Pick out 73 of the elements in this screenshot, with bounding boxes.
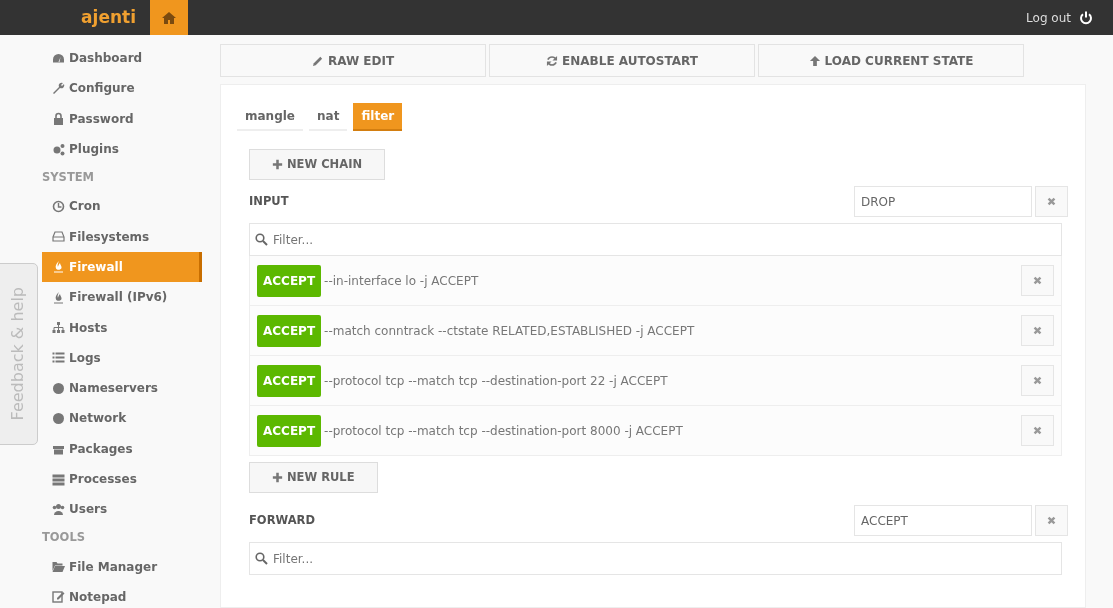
sidebar-item[interactable]: Cron <box>42 191 202 222</box>
home-button[interactable] <box>150 0 188 35</box>
new-rule-button[interactable]: NEW RULE <box>249 462 378 493</box>
close-icon <box>1032 275 1043 286</box>
arrow-up-icon <box>808 54 821 67</box>
pencil-icon <box>311 54 324 67</box>
power-icon <box>1079 10 1093 25</box>
target-label: ACCEPT <box>257 314 322 347</box>
folder-icon <box>52 560 65 574</box>
rule-text: --protocol tcp --match tcp --destination-port 8000 -j ACCEPT <box>324 422 684 440</box>
filter-field[interactable]: Filter... <box>249 542 1062 575</box>
clock-icon <box>52 199 65 213</box>
lock-icon <box>52 112 65 126</box>
home-icon <box>162 11 176 24</box>
new-chain-button[interactable]: NEW CHAIN <box>249 149 386 180</box>
chain-name: FORWARD <box>249 511 315 529</box>
search-icon <box>255 233 268 246</box>
plus-icon <box>272 472 283 483</box>
sidebar-item[interactable]: Users <box>42 494 202 525</box>
sidebar-item[interactable]: Firewall (IPv6) <box>42 282 202 313</box>
close-icon <box>1046 196 1057 207</box>
delete-button[interactable] <box>1021 365 1054 396</box>
delete-button[interactable] <box>1035 505 1068 536</box>
sidebar-item[interactable]: Filesystems <box>42 221 202 252</box>
delete-button[interactable] <box>1021 315 1054 346</box>
rule-text: --protocol tcp --match tcp --destination-port 22 -j ACCEPT <box>324 372 669 390</box>
plus-icon <box>272 159 283 170</box>
sidebar-item[interactable]: Nameservers <box>42 372 202 404</box>
sidebar-item[interactable]: Dashboard <box>42 43 202 74</box>
toolbar-button[interactable]: ENABLE AUTOSTART <box>489 44 755 77</box>
toolbar-button[interactable]: RAW EDIT <box>220 44 486 77</box>
sidebar-item[interactable]: Notepad <box>42 581 202 608</box>
sidebar-item[interactable]: Configure <box>42 73 202 104</box>
sidebar-item[interactable]: Packages <box>42 433 202 464</box>
sidebar-item[interactable]: Plugins <box>42 133 202 165</box>
delete-button[interactable] <box>1035 186 1068 217</box>
toolbar-button[interactable]: LOAD CURRENT STATE <box>758 44 1024 77</box>
filter-field[interactable]: Filter... <box>249 223 1062 256</box>
refresh-icon <box>546 54 559 67</box>
sidebar-item[interactable]: File Manager <box>42 551 202 582</box>
wrench-icon <box>52 81 65 95</box>
target-label: ACCEPT <box>257 264 322 297</box>
close-icon <box>1032 425 1043 436</box>
logout-button[interactable]: Log out <box>1020 7 1099 28</box>
rule-text: --match conntrack --ctstate RELATED,ESTABLISHED -j ACCEPT <box>324 322 696 340</box>
rule-text: --in-interface lo -j ACCEPT <box>324 272 480 290</box>
gauge-icon <box>52 51 65 65</box>
close-icon <box>1032 375 1043 386</box>
sidebar-heading: TOOLS <box>42 529 86 547</box>
sidebar-item[interactable]: Hosts <box>42 312 202 343</box>
policy-field[interactable]: DROP <box>854 186 1032 217</box>
target-label: ACCEPT <box>257 414 322 447</box>
sidebar-item[interactable]: Network <box>42 403 202 434</box>
users-icon <box>52 502 65 516</box>
sitemap-icon <box>52 321 65 334</box>
flame-icon <box>52 260 65 274</box>
delete-button[interactable] <box>1021 415 1054 446</box>
chain-name: INPUT <box>249 192 289 210</box>
drive-icon <box>52 230 65 244</box>
close-icon <box>1046 515 1057 526</box>
search-icon <box>255 552 268 565</box>
policy-field[interactable]: ACCEPT <box>854 505 1032 536</box>
sidebar-item[interactable]: Logs <box>42 342 202 373</box>
sidebar-heading: SYSTEM <box>42 169 96 187</box>
note-icon <box>52 590 65 604</box>
list-icon <box>52 351 65 365</box>
sidebar-item[interactable]: Processes <box>42 463 202 495</box>
table-icon <box>52 472 65 486</box>
close-icon <box>1032 325 1043 336</box>
target-label: ACCEPT <box>257 364 322 397</box>
delete-button[interactable] <box>1021 265 1054 296</box>
brand-logo[interactable]: ajenti <box>0 0 150 35</box>
sidebar-item[interactable]: Password <box>42 103 202 134</box>
